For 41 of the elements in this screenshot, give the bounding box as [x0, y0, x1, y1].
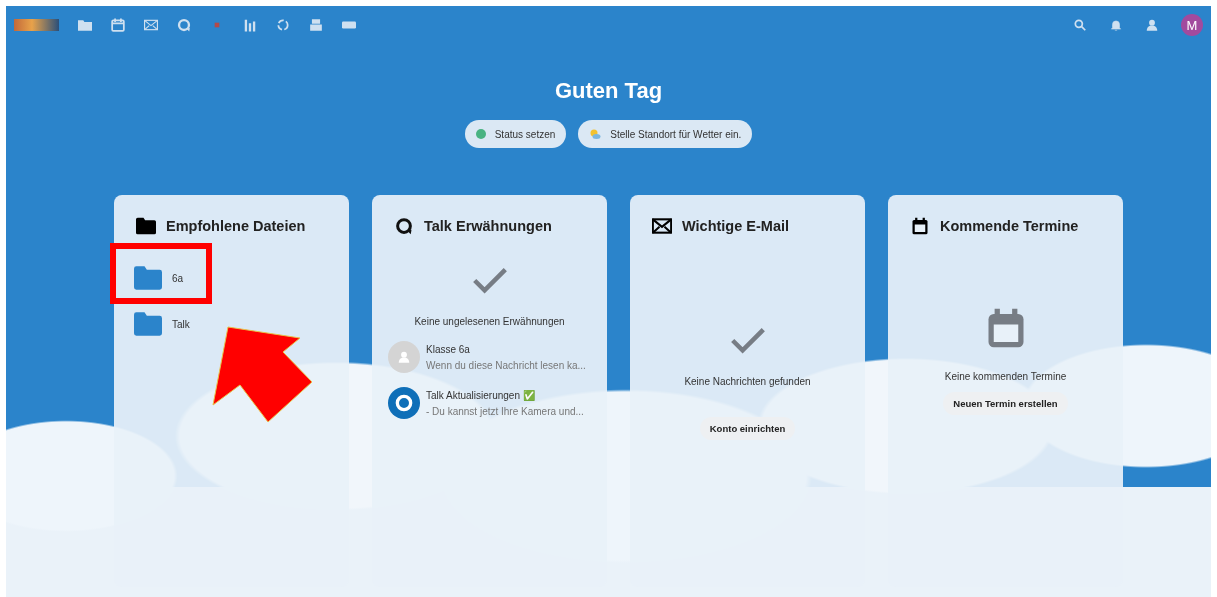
conversation-title[interactable]: Klasse 6a: [426, 343, 586, 355]
file-name[interactable]: Talk: [172, 318, 190, 330]
avatar-placeholder: [388, 341, 420, 373]
setup-account-button[interactable]: Konto einrichten: [699, 417, 796, 440]
folder-icon: [134, 266, 162, 290]
search-icon[interactable]: [1073, 18, 1087, 32]
widget-title[interactable]: Talk Erwähnungen: [424, 218, 552, 234]
folder-icon: [136, 217, 156, 235]
widget-title[interactable]: Kommende Termine: [940, 218, 1079, 234]
conversation-preview: Wenn du diese Nachricht lesen ka...: [426, 359, 586, 371]
greeting: Guten Tag: [554, 78, 663, 104]
conversation-preview: - Du kannst jetzt Ihre Kamera und...: [426, 405, 584, 417]
mail-icon[interactable]: [144, 18, 158, 32]
talk-icon: [394, 217, 414, 235]
circle-icon[interactable]: [276, 18, 290, 32]
widget-title[interactable]: Empfohlene Dateien: [166, 218, 306, 234]
folder-icon: [134, 312, 162, 336]
new-event-button[interactable]: Neuen Termin erstellen: [943, 392, 1068, 415]
conversation-title[interactable]: Talk Aktualisierungen ✅: [426, 389, 584, 401]
talk-icon: [177, 18, 191, 32]
user-avatar[interactable]: M: [1181, 14, 1203, 36]
weather-button[interactable]: Stelle Standort für Wetter ein.: [578, 120, 753, 148]
checkmark-icon: [729, 327, 766, 354]
mail-icon: [652, 217, 672, 235]
empty-message: Keine kommenden Termine: [944, 371, 1067, 382]
file-name[interactable]: 6a: [172, 272, 184, 284]
widget-title[interactable]: Wichtige E-Mail: [682, 218, 789, 234]
contacts-icon[interactable]: [1145, 18, 1159, 32]
bar-chart-icon[interactable]: [243, 18, 257, 32]
logo[interactable]: [14, 19, 59, 31]
empty-message: Keine Nachrichten gefunden: [684, 376, 811, 387]
calendar-icon: [910, 217, 930, 235]
talk-avatar: [388, 387, 420, 419]
inbox-icon[interactable]: [309, 18, 323, 32]
weather-icon: [589, 128, 602, 140]
folder-icon[interactable]: [78, 18, 92, 32]
status-button[interactable]: Status setzen: [464, 120, 567, 148]
calendar-icon[interactable]: [111, 18, 125, 32]
bell-icon[interactable]: [1109, 18, 1123, 32]
checkmark-icon: [471, 267, 508, 294]
empty-message: Keine ungelesenen Erwähnungen: [414, 316, 565, 327]
